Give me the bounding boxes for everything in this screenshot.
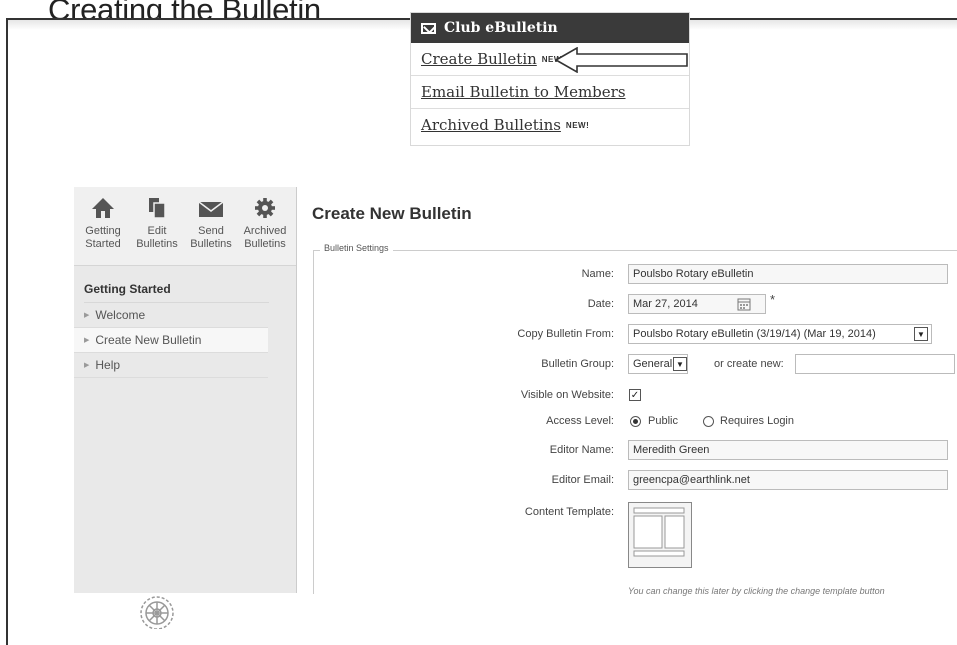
tool-send-bulletins[interactable]: Send Bulletins	[184, 187, 238, 265]
create-bulletin-link[interactable]: Create Bulletin	[421, 50, 537, 68]
sidebar-item-welcome[interactable]: ▶ Welcome	[74, 303, 268, 328]
tool-archived-bulletins[interactable]: Archived Bulletins	[238, 187, 292, 265]
copy-from-select[interactable]: Poulsbo Rotary eBulletin (3/19/14) (Mar …	[628, 324, 932, 344]
required-mark: *	[770, 292, 776, 307]
page-title: Create New Bulletin	[312, 204, 472, 223]
sidebar-item-help[interactable]: ▶ Help	[74, 353, 268, 378]
sidebar-heading: Getting Started	[84, 282, 269, 303]
or-create-new-label: or create new:	[714, 358, 784, 370]
new-badge: NEW!	[565, 120, 590, 130]
editor-email-label: Editor Email:	[551, 474, 614, 486]
template-note: You can change this later by clicking th…	[628, 586, 885, 596]
public-label: Public	[648, 415, 678, 427]
requires-login-radio[interactable]	[703, 416, 714, 427]
name-label: Name:	[581, 268, 614, 280]
sidebar-item-label: Welcome	[95, 308, 146, 322]
template-thumbnail[interactable]	[628, 502, 692, 568]
bulletin-group-label: Bulletin Group:	[541, 358, 614, 370]
rotary-wheel-icon	[140, 596, 174, 629]
tool-label: Getting	[85, 225, 121, 237]
left-divider	[6, 18, 8, 645]
sidebar: Getting Started Edit Bulletins Send Bull…	[74, 187, 297, 593]
tool-label: Bulletins	[244, 238, 286, 250]
menu-header: Club eBulletin	[411, 13, 689, 43]
new-group-field[interactable]	[795, 354, 955, 374]
access-level-label: Access Level:	[546, 415, 614, 427]
gear-icon	[255, 198, 275, 218]
content-template-label: Content Template:	[524, 506, 614, 518]
name-field[interactable]: Poulsbo Rotary eBulletin	[628, 264, 948, 284]
tool-label: Archived	[243, 225, 287, 237]
tool-label: Send	[198, 225, 224, 237]
tool-label: Bulletins	[136, 238, 178, 250]
menu-item-email-bulletin[interactable]: Email Bulletin to Members	[411, 76, 689, 109]
archived-bulletins-link[interactable]: Archived Bulletins	[421, 116, 561, 134]
tool-label: Edit	[147, 225, 167, 237]
editor-email-field[interactable]: greencpa@earthlink.net	[628, 470, 948, 490]
menu-item-archived-bulletins[interactable]: Archived Bulletins NEW!	[411, 109, 689, 141]
envelope-icon	[198, 201, 224, 217]
public-radio[interactable]	[630, 416, 641, 427]
tool-getting-started[interactable]: Getting Started	[76, 187, 130, 265]
home-icon	[92, 198, 114, 218]
visible-label: Visible on Website:	[520, 389, 614, 401]
copy-from-label: Copy Bulletin From:	[517, 328, 614, 340]
editor-name-field[interactable]: Meredith Green	[628, 440, 948, 460]
toolbar: Getting Started Edit Bulletins Send Bull…	[74, 187, 296, 266]
club-ebulletin-menu: Club eBulletin Create Bulletin NEW! Emai…	[410, 12, 690, 146]
date-label: Date:	[587, 298, 614, 310]
envelope-icon	[421, 22, 436, 34]
chevron-down-icon[interactable]: ▼	[914, 327, 928, 341]
pointer-arrow-icon	[555, 47, 688, 73]
calendar-icon[interactable]	[737, 297, 751, 311]
tool-label: Started	[85, 238, 121, 250]
sidebar-item-create-new-bulletin[interactable]: ▶ Create New Bulletin	[74, 328, 268, 353]
tool-label: Bulletins	[190, 238, 232, 250]
menu-title: Club eBulletin	[444, 20, 558, 36]
visible-checkbox[interactable]: ✓	[629, 389, 641, 401]
editor-name-label: Editor Name:	[549, 444, 614, 456]
triangle-icon: ▶	[84, 362, 90, 369]
chevron-down-icon[interactable]: ▼	[673, 357, 687, 371]
triangle-icon: ▶	[84, 312, 90, 319]
sidebar-item-label: Create New Bulletin	[95, 333, 202, 347]
triangle-icon: ▶	[84, 337, 90, 344]
email-bulletin-link[interactable]: Email Bulletin to Members	[421, 83, 626, 101]
tool-edit-bulletins[interactable]: Edit Bulletins	[130, 187, 184, 265]
fieldset-legend: Bulletin Settings	[320, 243, 393, 253]
documents-icon	[149, 198, 166, 219]
sidebar-item-label: Help	[95, 358, 121, 372]
template-layout-icon	[633, 507, 685, 557]
requires-login-label: Requires Login	[720, 415, 794, 427]
